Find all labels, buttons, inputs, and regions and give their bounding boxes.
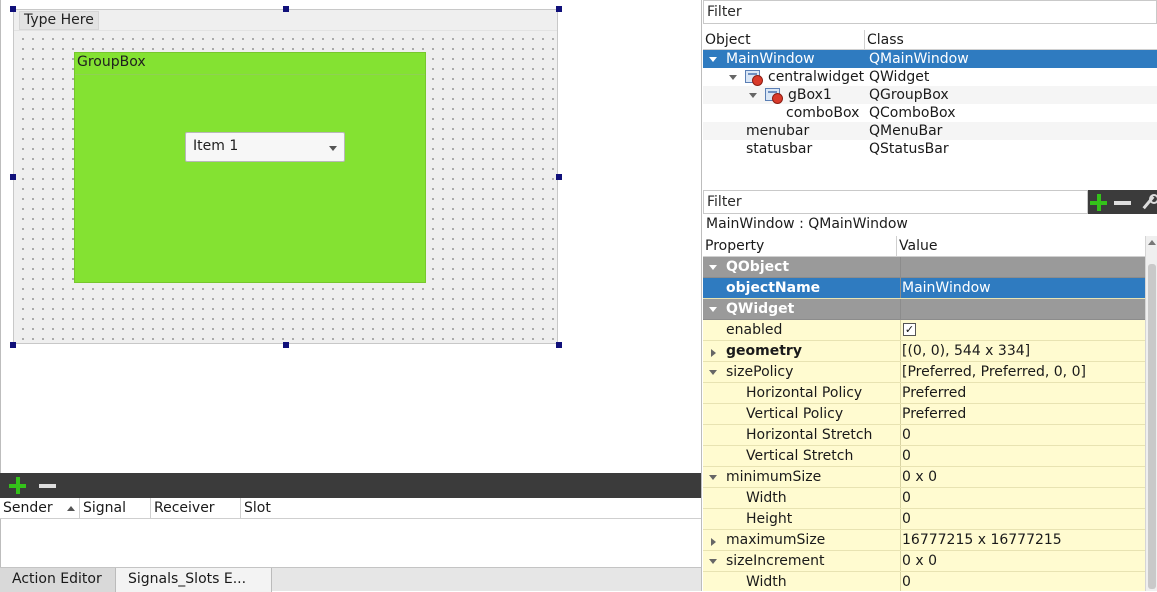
remove-connection-icon[interactable] [39, 484, 56, 488]
resize-handle-bottom-left[interactable] [10, 342, 16, 348]
add-dynamic-property-icon[interactable] [1090, 194, 1107, 211]
column-object[interactable]: Object [703, 30, 865, 50]
combo-box-value: Item 1 [193, 138, 239, 154]
add-connection-icon[interactable] [9, 477, 26, 494]
tree-row-centralwidget[interactable]: centralwidget QWidget [703, 68, 1157, 86]
chevron-down-icon [329, 146, 337, 151]
scrollbar-thumb[interactable] [1148, 264, 1156, 589]
property-row-sizepolicy[interactable]: sizePolicy [Preferred, Preferred, 0, 0] [703, 362, 1145, 383]
object-tree: MainWindow QMainWindow centralwidget QWi… [703, 50, 1157, 190]
resize-handle-top-right[interactable] [556, 6, 562, 12]
property-row-increment-width[interactable]: Width 0 [703, 572, 1145, 591]
column-signal[interactable]: Signal [80, 498, 151, 518]
column-class[interactable]: Class [865, 30, 1157, 50]
expand-icon[interactable] [709, 57, 717, 62]
bottom-tab-bar: Action Editor Signals_Slots E... [0, 567, 701, 592]
property-group-qwidget[interactable]: QWidget [703, 299, 1145, 320]
property-row-min-width[interactable]: Width 0 [703, 488, 1145, 509]
resize-handle-right[interactable] [556, 174, 562, 180]
main-window-form[interactable]: Type Here GroupBox Item 1 [13, 9, 558, 344]
property-row-horizontal-stretch[interactable]: Horizontal Stretch 0 [703, 425, 1145, 446]
combo-box[interactable]: Item 1 [185, 132, 345, 162]
collapse-icon[interactable] [709, 307, 717, 312]
remove-dynamic-property-icon[interactable] [1114, 201, 1131, 205]
enabled-checkbox[interactable]: ✓ [903, 323, 916, 336]
object-filter-input[interactable]: Filter [703, 0, 1157, 24]
sort-ascending-icon [67, 506, 75, 511]
collapse-icon[interactable] [709, 475, 717, 480]
widget-layout-icon [765, 88, 783, 104]
tree-row-gbox1[interactable]: gBox1 QGroupBox [703, 86, 1157, 104]
scroll-up-icon[interactable] [1148, 240, 1156, 245]
expand-icon[interactable] [711, 349, 716, 357]
wrench-icon[interactable] [1140, 194, 1157, 210]
property-row-vertical-stretch[interactable]: Vertical Stretch 0 [703, 446, 1145, 467]
property-filter-input[interactable]: Filter [703, 190, 1088, 214]
column-receiver[interactable]: Receiver [151, 498, 241, 518]
property-row-objectname[interactable]: objectName MainWindow [703, 278, 1145, 299]
tree-row-mainwindow[interactable]: MainWindow QMainWindow [703, 50, 1157, 68]
tree-row-menubar[interactable]: menubar QMenuBar [703, 122, 1157, 140]
resize-handle-bottom-right[interactable] [556, 342, 562, 348]
property-toolbar [1088, 190, 1157, 214]
property-row-sizeincrement[interactable]: sizeIncrement 0 x 0 [703, 551, 1145, 572]
tab-action-editor[interactable]: Action Editor [0, 568, 116, 592]
property-row-maximumsize[interactable]: maximumSize 16777215 x 16777215 [703, 530, 1145, 551]
property-group-qobject[interactable]: QObject [703, 257, 1145, 278]
selected-object-class-label: MainWindow : QMainWindow [706, 216, 908, 232]
property-scrollbar[interactable] [1145, 236, 1157, 591]
inspector-panel: Filter Object Class MainWindow QMainWind… [701, 0, 1157, 591]
signal-slot-header: Sender Signal Receiver Slot [0, 498, 701, 519]
property-row-vertical-policy[interactable]: Vertical Policy Preferred [703, 404, 1145, 425]
collapse-icon[interactable] [709, 370, 717, 375]
property-row-min-height[interactable]: Height 0 [703, 509, 1145, 530]
object-tree-header: Object Class [703, 30, 1157, 50]
property-table-header: Property Value [703, 236, 1145, 257]
collapse-icon[interactable] [709, 559, 717, 564]
resize-handle-bottom[interactable] [283, 342, 289, 348]
groupbox-title: GroupBox [77, 54, 146, 70]
signal-slot-toolbar [0, 473, 701, 498]
property-table: QObject objectName MainWindow QWidget en… [703, 257, 1145, 591]
collapse-icon[interactable] [709, 265, 717, 270]
column-property[interactable]: Property [703, 236, 897, 256]
menu-type-here[interactable]: Type Here [19, 11, 99, 30]
resize-handle-top-left[interactable] [10, 6, 16, 12]
expand-icon[interactable] [729, 75, 737, 80]
expand-icon[interactable] [711, 538, 716, 546]
tab-signals-slots-editor[interactable]: Signals_Slots E... [116, 568, 272, 592]
enabled-value[interactable]: ✓ [900, 320, 916, 340]
groupbox-divider [75, 74, 425, 75]
property-row-minimumsize[interactable]: minimumSize 0 x 0 [703, 467, 1145, 488]
property-row-geometry[interactable]: geometry [(0, 0), 544 x 334] [703, 341, 1145, 362]
property-row-enabled[interactable]: enabled ✓ [703, 320, 1145, 341]
widget-layout-icon [745, 70, 763, 86]
resize-handle-top[interactable] [283, 6, 289, 12]
tree-row-combobox[interactable]: comboBox QComboBox [703, 104, 1157, 122]
column-slot[interactable]: Slot [241, 498, 701, 518]
resize-handle-left[interactable] [10, 174, 16, 180]
property-row-horizontal-policy[interactable]: Horizontal Policy Preferred [703, 383, 1145, 404]
groupbox-widget[interactable]: GroupBox Item 1 [74, 52, 426, 283]
signal-slot-list[interactable] [0, 519, 701, 567]
form-designer-area: Type Here GroupBox Item 1 [0, 0, 701, 473]
column-value[interactable]: Value [897, 236, 1145, 256]
tree-row-statusbar[interactable]: statusbar QStatusBar [703, 140, 1157, 158]
form-menubar[interactable]: Type Here [14, 10, 557, 31]
expand-icon[interactable] [749, 93, 757, 98]
